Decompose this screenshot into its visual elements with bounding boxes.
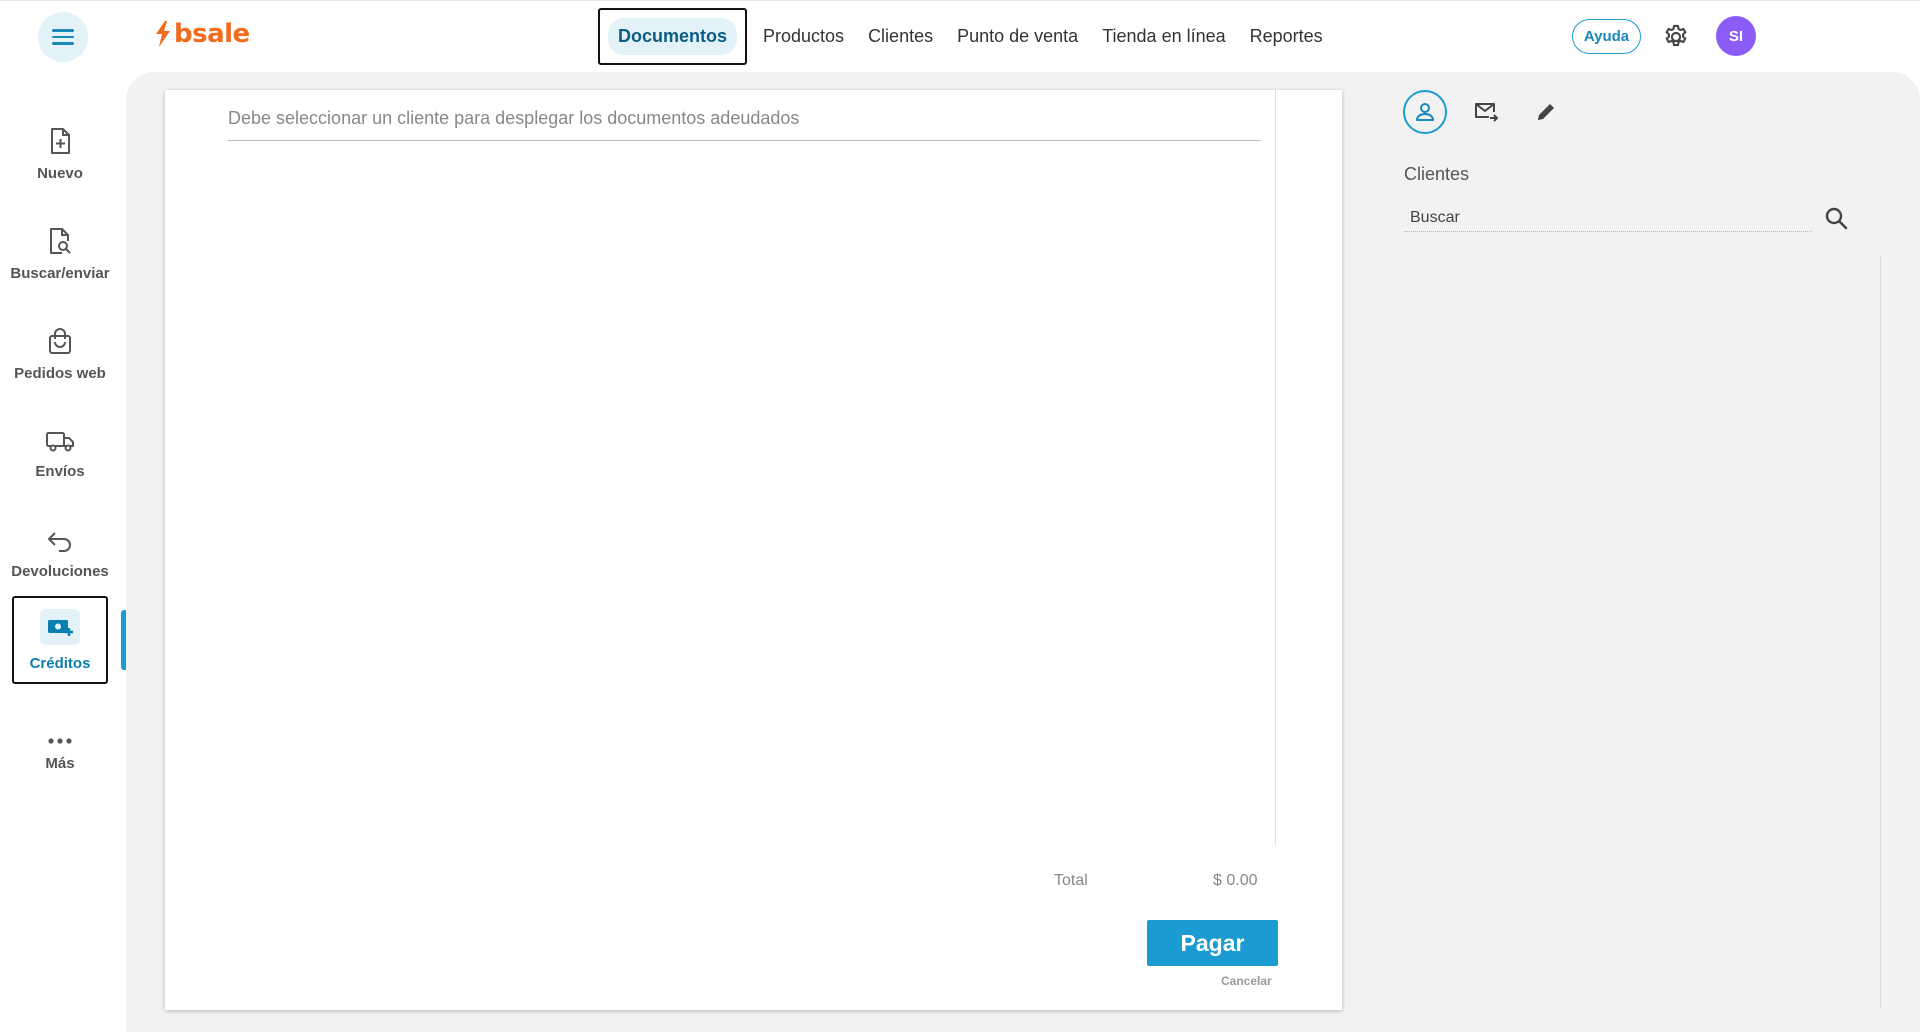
nav-productos[interactable]: Productos — [751, 26, 856, 47]
nav-tienda-en-linea[interactable]: Tienda en línea — [1090, 26, 1237, 47]
left-sidebar: Nuevo Buscar/enviar Pedidos web Envíos D… — [0, 72, 126, 1032]
top-header: bsale Documentos Productos Clientes Punt… — [0, 0, 1920, 72]
hamburger-icon — [52, 29, 74, 45]
bolt-icon — [156, 21, 170, 47]
sidebar-item-label: Pedidos web — [14, 364, 106, 382]
mail-forward-icon — [1475, 103, 1499, 122]
tab-email[interactable] — [1464, 90, 1508, 134]
tab-edit[interactable] — [1524, 90, 1568, 134]
total-label: Total — [1054, 872, 1088, 889]
sidebar-item-nuevo[interactable]: Nuevo — [12, 110, 108, 198]
file-search-icon — [50, 227, 71, 254]
nav-reportes[interactable]: Reportes — [1238, 26, 1335, 47]
sidebar-item-label: Créditos — [29, 654, 91, 672]
nav-punto-de-venta[interactable]: Punto de venta — [945, 26, 1090, 47]
nav-documentos[interactable]: Documentos — [598, 8, 748, 65]
bsale-logo[interactable]: bsale — [154, 21, 250, 47]
sidebar-item-label: Nuevo — [37, 164, 83, 182]
client-panel: Clientes — [1380, 90, 1920, 1010]
empty-state-message: Debe seleccionar un cliente para despleg… — [228, 108, 800, 128]
user-icon — [1416, 103, 1434, 121]
credits-card: Debe seleccionar un cliente para despleg… — [165, 90, 1342, 1010]
sidebar-item-label: Buscar/enviar — [10, 264, 110, 282]
shopping-bag-icon — [49, 327, 71, 354]
help-button[interactable]: Ayuda — [1572, 19, 1641, 54]
menu-button[interactable] — [38, 12, 88, 62]
sidebar-item-label: Más — [45, 754, 75, 772]
top-navigation: Documentos Productos Clientes Punto de v… — [598, 8, 1335, 65]
gear-icon[interactable] — [1662, 23, 1690, 51]
sidebar-item-pedidos-web[interactable]: Pedidos web — [12, 310, 108, 398]
logo-text: bsale — [174, 19, 250, 49]
tab-client[interactable] — [1403, 90, 1447, 134]
divider — [228, 140, 1261, 141]
nav-documentos-label: Documentos — [608, 18, 738, 55]
total-value: $ 0.00 — [1213, 872, 1258, 889]
client-list-scrollbar[interactable] — [1880, 256, 1881, 1008]
search-icon[interactable] — [1824, 206, 1850, 232]
sidebar-item-devoluciones[interactable]: Devoluciones — [11, 510, 109, 598]
sidebar-item-buscar-enviar[interactable]: Buscar/enviar — [10, 210, 110, 298]
pay-button[interactable]: Pagar — [1147, 920, 1278, 966]
scrollbar-track[interactable] — [1275, 90, 1276, 845]
more-dots-icon — [48, 737, 72, 744]
sidebar-item-creditos[interactable]: Créditos — [12, 596, 108, 684]
sidebar-item-mas[interactable]: Más — [12, 710, 108, 798]
file-plus-icon — [51, 127, 70, 154]
cancel-link[interactable]: Cancelar — [1221, 974, 1272, 988]
pencil-icon — [1538, 104, 1554, 120]
clients-title: Clientes — [1404, 164, 1470, 184]
sidebar-item-envios[interactable]: Envíos — [12, 410, 108, 498]
sidebar-item-label: Devoluciones — [11, 562, 109, 580]
truck-icon — [46, 431, 74, 451]
money-plus-icon — [48, 619, 73, 636]
nav-clientes[interactable]: Clientes — [856, 26, 945, 47]
creditos-icon-background — [40, 608, 80, 645]
sidebar-item-label: Envíos — [35, 462, 85, 480]
client-search-input[interactable] — [1404, 204, 1812, 232]
user-avatar[interactable]: SI — [1716, 16, 1756, 56]
return-arrow-icon — [48, 531, 71, 552]
